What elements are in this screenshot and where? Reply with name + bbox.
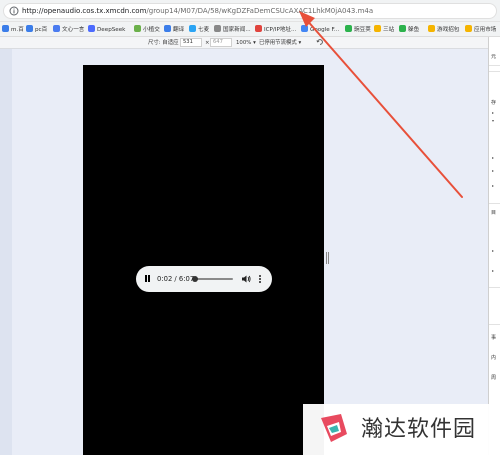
throttling-select[interactable]: 已停用节流模式 ▾ [259, 38, 301, 48]
bookmark-item[interactable]: Google F... [301, 25, 339, 35]
height-input[interactable]: 647 [210, 38, 232, 47]
watermark-text: 瀚达软件园 [361, 417, 477, 442]
devtools-panel: 元 存 ▸ ▾ ▸ ▸ ▸ 目 ▸ ▸ 事 内 周 [488, 37, 500, 455]
audio-player: 0:02 / 6:07 [136, 266, 272, 292]
expand-arrow-icon[interactable]: ▸ [492, 155, 494, 160]
emulated-viewport [0, 49, 488, 455]
divider [489, 287, 500, 288]
watermark: 瀚达软件园 [303, 404, 500, 455]
url-field[interactable]: http://openaudio.cos.tx.xmcdn.com/group1… [3, 3, 497, 19]
bookmark-item[interactable]: m.百 [2, 25, 24, 35]
bookmark-item[interactable]: 躲鱼 [399, 25, 419, 35]
folder-icon [428, 25, 435, 32]
time-display: 0:02 / 6:07 [157, 275, 195, 283]
zoom-select[interactable]: 100% ▾ [236, 38, 256, 48]
divider [489, 71, 500, 72]
pause-icon [145, 275, 147, 282]
bookmark-icon [399, 25, 406, 32]
bookmark-item[interactable]: 七麦 [189, 25, 209, 35]
bookmark-item[interactable]: 游戏招包 [428, 25, 459, 35]
bookmark-item[interactable]: 豌豆荚 [345, 25, 371, 35]
bookmark-icon [255, 25, 262, 32]
devtools-label: 事 [491, 335, 497, 341]
info-icon[interactable] [9, 6, 19, 16]
bookmark-icon [53, 25, 60, 32]
url-path: /group14/M07/DA/58/wKgDZFaDemCSUcAXAC1Lh… [146, 7, 374, 15]
expand-arrow-icon[interactable]: ▸ [492, 110, 494, 115]
more-icon [259, 278, 261, 280]
bookmark-icon [2, 25, 9, 32]
bookmark-icon [26, 25, 33, 32]
expand-arrow-icon[interactable]: ▸ [492, 168, 494, 173]
url-host: http://openaudio.cos.tx.xmcdn.com [22, 7, 147, 15]
bookmark-icon [189, 25, 196, 32]
bookmark-item[interactable]: 三站 [374, 25, 394, 35]
devtools-label: 内 [491, 355, 497, 361]
bookmark-icon [301, 25, 308, 32]
browser-window: http://openaudio.cos.tx.xmcdn.com/group1… [0, 0, 500, 455]
rotate-icon[interactable] [316, 38, 324, 46]
devtools-label: 存 [491, 100, 497, 106]
expand-arrow-icon[interactable]: ▸ [492, 268, 494, 273]
divider [489, 203, 500, 204]
address-bar: http://openaudio.cos.tx.xmcdn.com/group1… [0, 0, 500, 22]
devtools-label: 周 [491, 375, 497, 381]
bookmark-icon [88, 25, 95, 32]
media-canvas [83, 65, 324, 455]
folder-icon [345, 25, 352, 32]
dimensions-select[interactable]: 尺寸: 自适应 ▾ [148, 38, 183, 48]
bookmark-item[interactable]: 应用市场 [465, 25, 496, 35]
pause-button[interactable] [143, 274, 153, 284]
bookmark-icon [134, 25, 141, 32]
divider [489, 65, 500, 66]
viewport-gutter [0, 49, 12, 455]
url-text: http://openaudio.cos.tx.xmcdn.com/group1… [22, 6, 373, 16]
width-input[interactable]: 531 [180, 38, 202, 47]
bookmark-item[interactable]: pc百 [26, 25, 47, 35]
dimension-separator: × [205, 40, 210, 46]
volume-icon[interactable] [240, 273, 252, 285]
resize-handle[interactable] [326, 252, 329, 264]
bookmark-item[interactable]: DeepSeek [88, 25, 125, 35]
devtools-label: 元 [491, 54, 497, 60]
collapse-arrow-icon[interactable]: ▾ [492, 118, 494, 123]
expand-arrow-icon[interactable]: ▸ [492, 183, 494, 188]
device-toolbar: 尺寸: 自适应 ▾ 531 × 647 100% ▾ 已停用节流模式 ▾ [0, 37, 488, 49]
bookmark-item[interactable]: ICP/IP地址... [255, 25, 296, 35]
folder-icon [374, 25, 381, 32]
bookmark-icon [164, 25, 171, 32]
more-options-button[interactable] [258, 273, 262, 285]
bookmark-item[interactable]: 文心一言 [53, 25, 84, 35]
expand-arrow-icon[interactable]: ▸ [492, 248, 494, 253]
bookmarks-bar: m.百 pc百 文心一言 DeepSeek 小植交 翻译 七麦 国家新闻... … [0, 22, 500, 37]
more-icon [259, 275, 261, 277]
seek-thumb[interactable] [192, 276, 199, 282]
bookmark-item[interactable]: 国家新闻... [214, 25, 251, 35]
site-logo-icon [321, 414, 347, 442]
folder-icon [465, 25, 472, 32]
divider [489, 324, 500, 325]
bookmark-item[interactable]: 小植交 [134, 25, 160, 35]
bookmark-icon [214, 25, 221, 32]
more-icon [259, 281, 261, 283]
seek-bar[interactable] [195, 278, 233, 280]
devtools-label: 目 [491, 210, 497, 216]
pause-icon [148, 275, 150, 282]
bookmark-item[interactable]: 翻译 [164, 25, 184, 35]
